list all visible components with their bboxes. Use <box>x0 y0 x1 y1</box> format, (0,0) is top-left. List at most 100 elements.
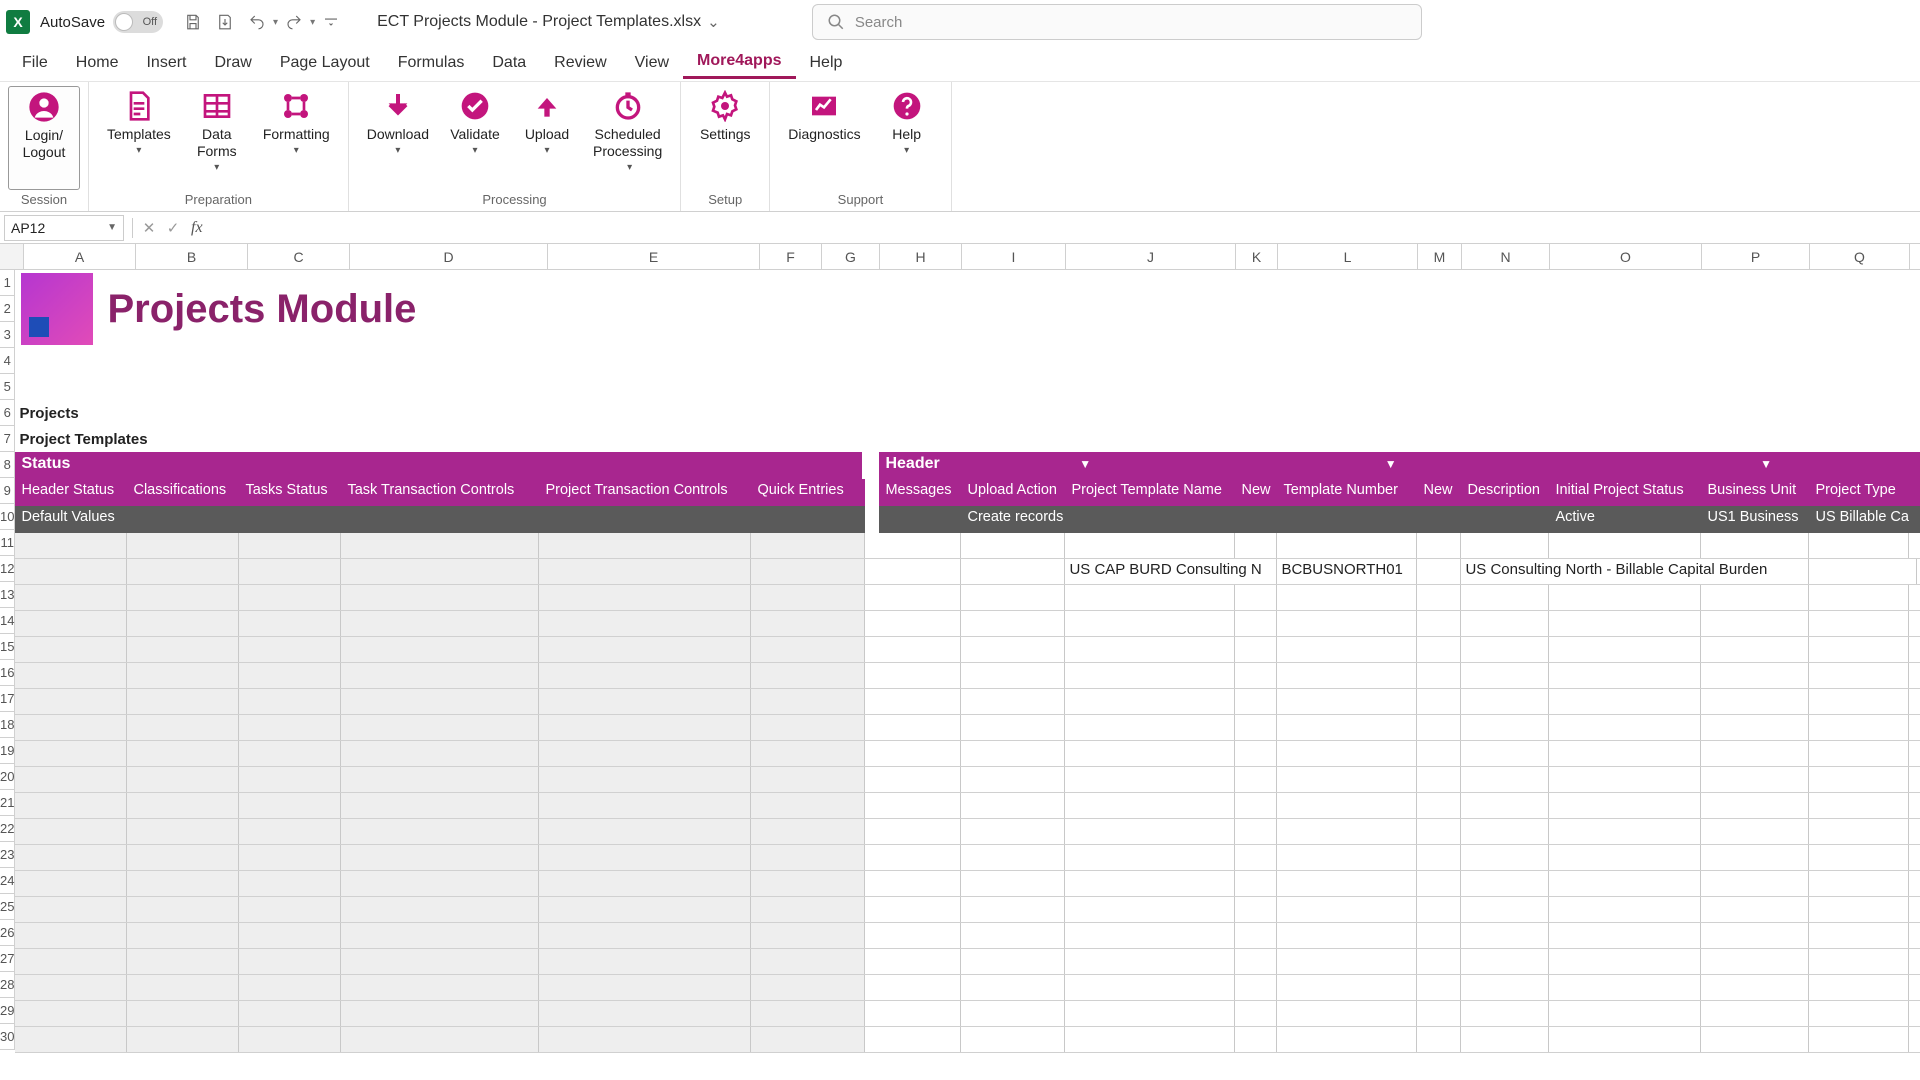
col-M[interactable]: M <box>1418 244 1462 269</box>
help-button[interactable]: Help▾ <box>871 86 943 190</box>
col-D[interactable]: D <box>350 244 548 269</box>
row-10[interactable]: 10 <box>0 504 15 530</box>
upload-button[interactable]: Upload▾ <box>511 86 583 190</box>
row-1[interactable]: 1 <box>0 270 15 296</box>
tab-file[interactable]: File <box>8 48 62 78</box>
accept-formula-button[interactable]: ✓ <box>161 216 185 240</box>
col-A[interactable]: A <box>24 244 136 269</box>
table-row[interactable] <box>15 611 1920 637</box>
title-dropdown-icon[interactable]: ⌄ <box>707 13 720 31</box>
col-N[interactable]: N <box>1462 244 1550 269</box>
row-3[interactable]: 3 <box>0 322 15 348</box>
namebox-dropdown-icon[interactable]: ▼ <box>107 222 117 233</box>
table-row[interactable] <box>15 663 1920 689</box>
row-22[interactable]: 22 <box>0 816 15 842</box>
table-row[interactable]: US CAP BURD Consulting N BCBUSNORTH01 US… <box>15 559 1920 585</box>
row-7[interactable]: 7 <box>0 426 15 452</box>
row-2[interactable]: 2 <box>0 296 15 322</box>
row-9[interactable]: 9 <box>0 478 15 504</box>
data-forms-button[interactable]: Data Forms▾ <box>181 86 253 190</box>
col-G[interactable]: G <box>822 244 880 269</box>
filter-icon-3[interactable]: ▼ <box>1750 457 1782 471</box>
tab-help[interactable]: Help <box>796 48 857 78</box>
cell-template-name[interactable]: US CAP BURD Consulting N <box>1065 559 1277 584</box>
download-button[interactable]: Download▾ <box>357 86 439 190</box>
table-row[interactable] <box>15 975 1920 1001</box>
row-4[interactable]: 4 <box>0 348 15 374</box>
col-L[interactable]: L <box>1278 244 1418 269</box>
tab-data[interactable]: Data <box>478 48 540 78</box>
col-I[interactable]: I <box>962 244 1066 269</box>
autosave-toggle[interactable]: Off <box>113 11 163 33</box>
formatting-button[interactable]: Formatting▾ <box>253 86 340 190</box>
table-row[interactable] <box>15 1027 1920 1053</box>
row-15[interactable]: 15 <box>0 634 15 660</box>
tab-formulas[interactable]: Formulas <box>384 48 479 78</box>
validate-button[interactable]: Validate▾ <box>439 86 511 190</box>
row-21[interactable]: 21 <box>0 790 15 816</box>
tab-page-layout[interactable]: Page Layout <box>266 48 384 78</box>
row-11[interactable]: 11 <box>0 530 15 556</box>
tab-review[interactable]: Review <box>540 48 620 78</box>
tab-insert[interactable]: Insert <box>132 48 200 78</box>
col-J[interactable]: J <box>1066 244 1236 269</box>
tab-more4apps[interactable]: More4apps <box>683 46 795 79</box>
table-row[interactable] <box>15 533 1920 559</box>
templates-button[interactable]: Templates▾ <box>97 86 181 190</box>
row-20[interactable]: 20 <box>0 764 15 790</box>
undo-button[interactable] <box>243 8 271 36</box>
col-O[interactable]: O <box>1550 244 1702 269</box>
fx-icon[interactable]: fx <box>191 219 203 237</box>
col-B[interactable]: B <box>136 244 248 269</box>
row-29[interactable]: 29 <box>0 998 15 1024</box>
row-26[interactable]: 26 <box>0 920 15 946</box>
row-30[interactable]: 30 <box>0 1024 15 1050</box>
row-5[interactable]: 5 <box>0 374 15 400</box>
row-25[interactable]: 25 <box>0 894 15 920</box>
table-row[interactable] <box>15 689 1920 715</box>
diagnostics-button[interactable]: Diagnostics <box>778 86 870 190</box>
col-C[interactable]: C <box>248 244 350 269</box>
tab-draw[interactable]: Draw <box>200 48 265 78</box>
row-27[interactable]: 27 <box>0 946 15 972</box>
col-H[interactable]: H <box>880 244 962 269</box>
row-6[interactable]: 6 <box>0 400 15 426</box>
table-row[interactable] <box>15 949 1920 975</box>
row-8[interactable]: 8 <box>0 452 15 478</box>
tab-view[interactable]: View <box>621 48 683 78</box>
save-button[interactable] <box>179 8 207 36</box>
table-row[interactable] <box>15 819 1920 845</box>
redo-button[interactable] <box>280 8 308 36</box>
table-row[interactable] <box>15 741 1920 767</box>
tab-home[interactable]: Home <box>62 48 133 78</box>
row-18[interactable]: 18 <box>0 712 15 738</box>
filter-icon-1[interactable]: ▼ <box>1069 457 1101 471</box>
table-row[interactable] <box>15 897 1920 923</box>
row-16[interactable]: 16 <box>0 660 15 686</box>
cell-template-number[interactable]: BCBUSNORTH01 <box>1277 559 1417 584</box>
login-logout-button[interactable]: Login/ Logout <box>8 86 80 190</box>
table-row[interactable] <box>15 767 1920 793</box>
row-12[interactable]: 12 <box>0 556 15 582</box>
name-box[interactable]: AP12 ▼ <box>4 215 124 241</box>
row-19[interactable]: 19 <box>0 738 15 764</box>
settings-button[interactable]: Settings <box>689 86 761 190</box>
row-13[interactable]: 13 <box>0 582 15 608</box>
col-P[interactable]: P <box>1702 244 1810 269</box>
row-28[interactable]: 28 <box>0 972 15 998</box>
col-E[interactable]: E <box>548 244 760 269</box>
table-row[interactable] <box>15 1001 1920 1027</box>
qat-overflow[interactable] <box>317 8 345 36</box>
formula-input[interactable] <box>209 215 1920 241</box>
row-14[interactable]: 14 <box>0 608 15 634</box>
table-row[interactable] <box>15 715 1920 741</box>
scheduled-processing-button[interactable]: Scheduled Processing▾ <box>583 86 672 190</box>
col-K[interactable]: K <box>1236 244 1278 269</box>
row-24[interactable]: 24 <box>0 868 15 894</box>
cell-description[interactable]: US Consulting North - Billable Capital B… <box>1461 559 1809 584</box>
table-row[interactable] <box>15 585 1920 611</box>
table-row[interactable] <box>15 637 1920 663</box>
table-row[interactable] <box>15 793 1920 819</box>
col-Q[interactable]: Q <box>1810 244 1910 269</box>
export-button[interactable] <box>211 8 239 36</box>
